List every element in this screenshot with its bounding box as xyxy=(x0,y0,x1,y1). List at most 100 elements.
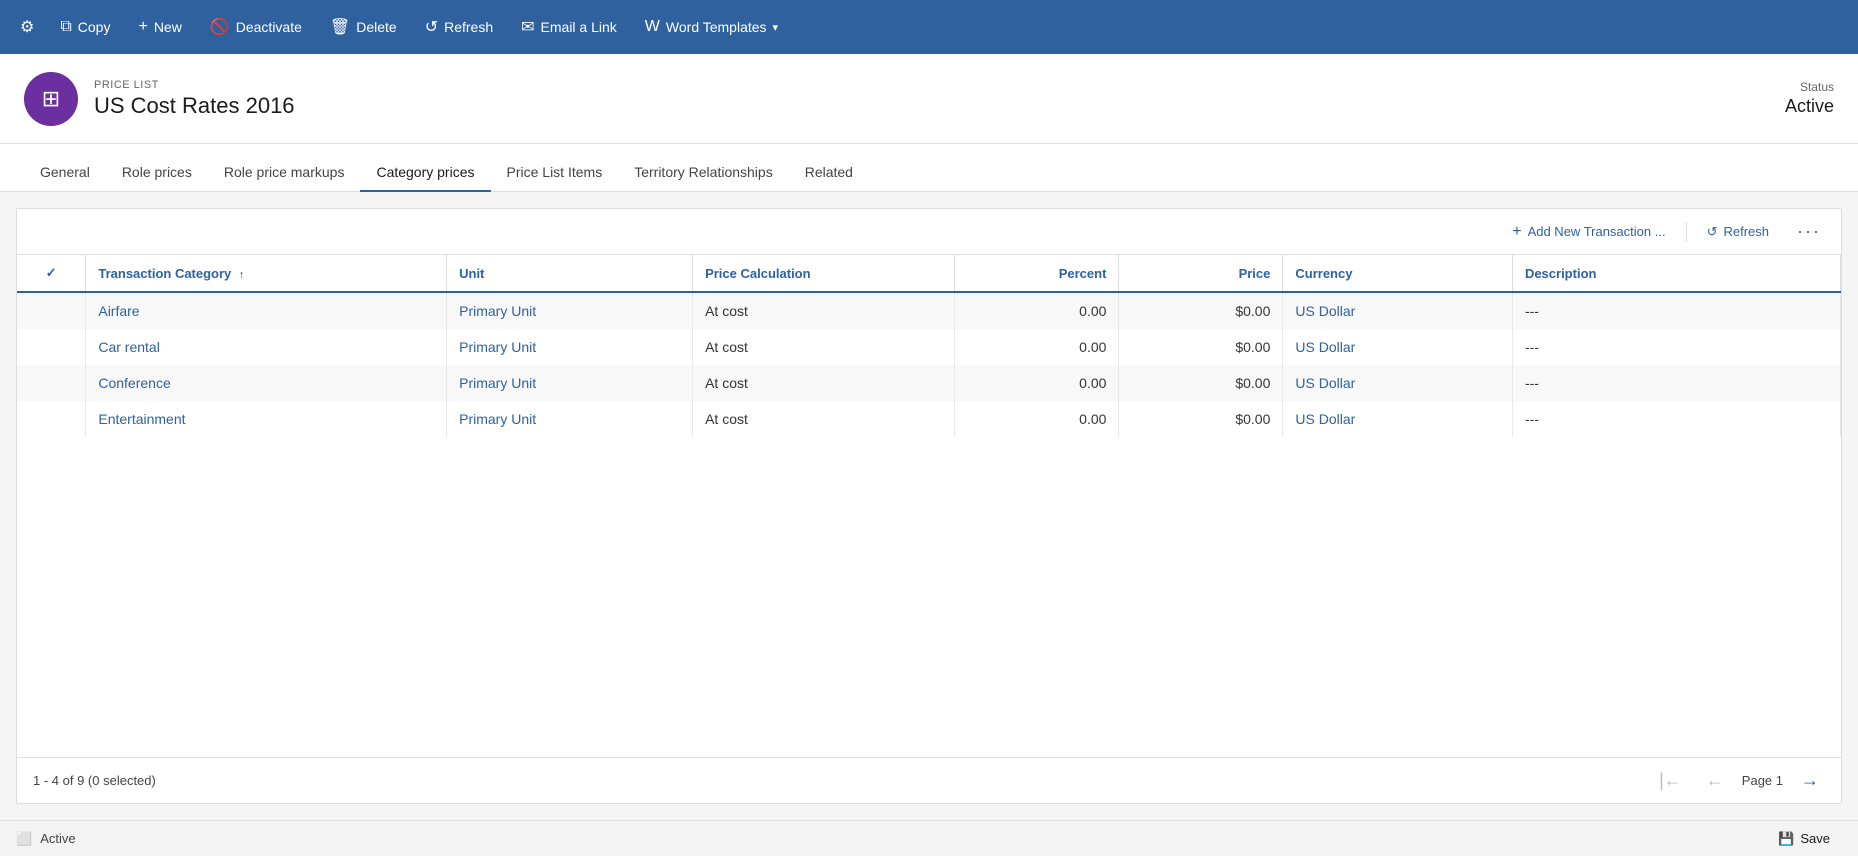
pagination-bar: 1 - 4 of 9 (0 selected) |← ← Page 1 → xyxy=(17,757,1841,803)
avatar-icon: ⊞ xyxy=(42,86,60,112)
status-bar-text: Active xyxy=(40,831,75,846)
refresh-button[interactable]: ↺ Refresh xyxy=(413,11,505,43)
table-row: Entertainment Primary Unit At cost 0.00 … xyxy=(17,401,1841,437)
tab-role-price-markups[interactable]: Role price markups xyxy=(208,154,361,192)
pagination-controls: |← ← Page 1 → xyxy=(1653,768,1825,793)
description-header[interactable]: Description xyxy=(1512,255,1840,292)
deactivate-label: Deactivate xyxy=(236,19,302,35)
settings-button[interactable]: ⚙ xyxy=(10,11,44,43)
copy-label: Copy xyxy=(78,19,111,35)
deactivate-icon: 🚫 xyxy=(210,17,230,37)
row-currency-1[interactable]: US Dollar xyxy=(1283,329,1513,365)
status-indicator-icon: ⬜ xyxy=(16,831,32,847)
tab-category-prices[interactable]: Category prices xyxy=(360,154,490,192)
select-all-header[interactable]: ✓ xyxy=(17,255,86,292)
status-value: Active xyxy=(1785,96,1834,117)
prev-page-button[interactable]: ← xyxy=(1700,768,1730,793)
grid-toolbar: + Add New Transaction ... ↺ Refresh ··· xyxy=(17,209,1841,255)
row-price-calc-0: At cost xyxy=(693,292,955,329)
unit-header[interactable]: Unit xyxy=(447,255,693,292)
save-label: Save xyxy=(1800,831,1830,846)
chevron-down-icon: ▾ xyxy=(773,21,779,34)
price-calculation-header[interactable]: Price Calculation xyxy=(693,255,955,292)
settings-icon: ⚙ xyxy=(20,17,34,37)
row-description-3: --- xyxy=(1512,401,1840,437)
status-area: Status Active xyxy=(1785,80,1834,117)
row-price-3: $0.00 xyxy=(1119,401,1283,437)
checkmark-icon: ✓ xyxy=(46,265,57,280)
row-currency-0[interactable]: US Dollar xyxy=(1283,292,1513,329)
row-unit-1[interactable]: Primary Unit xyxy=(447,329,693,365)
row-percent-1: 0.00 xyxy=(955,329,1119,365)
grid-refresh-icon: ↺ xyxy=(1707,224,1718,240)
row-unit-2[interactable]: Primary Unit xyxy=(447,365,693,401)
tab-related[interactable]: Related xyxy=(789,154,869,192)
row-currency-3[interactable]: US Dollar xyxy=(1283,401,1513,437)
add-new-transaction-button[interactable]: + Add New Transaction ... xyxy=(1504,219,1673,245)
more-options-button[interactable]: ··· xyxy=(1789,217,1829,246)
word-templates-button[interactable]: W Word Templates ▾ xyxy=(633,12,790,42)
new-label: New xyxy=(154,19,182,35)
email-label: Email a Link xyxy=(541,19,617,35)
first-page-button[interactable]: |← xyxy=(1653,768,1688,793)
row-checkbox-0[interactable] xyxy=(17,292,86,329)
row-percent-0: 0.00 xyxy=(955,292,1119,329)
avatar: ⊞ xyxy=(24,72,78,126)
page-label: Page 1 xyxy=(1742,773,1783,788)
main-content: + Add New Transaction ... ↺ Refresh ··· … xyxy=(0,192,1858,820)
row-checkbox-1[interactable] xyxy=(17,329,86,365)
delete-label: Delete xyxy=(356,19,396,35)
currency-header[interactable]: Currency xyxy=(1283,255,1513,292)
delete-button[interactable]: 🗑 Delete xyxy=(318,11,409,43)
row-category-1[interactable]: Car rental xyxy=(86,329,447,365)
deactivate-button[interactable]: 🚫 Deactivate xyxy=(198,11,314,43)
pagination-summary: 1 - 4 of 9 (0 selected) xyxy=(33,773,156,788)
add-icon: + xyxy=(1512,223,1521,241)
title-area: PRICE LIST US Cost Rates 2016 xyxy=(94,79,295,119)
row-percent-3: 0.00 xyxy=(955,401,1119,437)
grid-refresh-button[interactable]: ↺ Refresh xyxy=(1699,220,1777,244)
transaction-category-header[interactable]: Transaction Category ↑ xyxy=(86,255,447,292)
tab-territory-relationships[interactable]: Territory Relationships xyxy=(618,154,789,192)
row-category-3[interactable]: Entertainment xyxy=(86,401,447,437)
row-checkbox-3[interactable] xyxy=(17,401,86,437)
data-table: ✓ Transaction Category ↑ Unit Price Calc… xyxy=(17,255,1841,437)
row-price-0: $0.00 xyxy=(1119,292,1283,329)
sort-icon: ↑ xyxy=(239,269,245,281)
row-category-0[interactable]: Airfare xyxy=(86,292,447,329)
row-price-calc-1: At cost xyxy=(693,329,955,365)
tabs-bar: General Role prices Role price markups C… xyxy=(0,144,1858,192)
table-row: Airfare Primary Unit At cost 0.00 $0.00 … xyxy=(17,292,1841,329)
new-button[interactable]: + New xyxy=(126,12,193,42)
tab-general[interactable]: General xyxy=(24,154,106,192)
copy-icon: ⧉ xyxy=(60,18,71,36)
record-type-label: PRICE LIST xyxy=(94,79,295,91)
row-percent-2: 0.00 xyxy=(955,365,1119,401)
status-bar-left: ⬜ Active xyxy=(16,831,76,847)
save-button[interactable]: 💾 Save xyxy=(1766,827,1842,851)
price-header[interactable]: Price xyxy=(1119,255,1283,292)
save-icon: 💾 xyxy=(1778,831,1794,847)
grid-container: + Add New Transaction ... ↺ Refresh ··· … xyxy=(16,208,1842,804)
word-templates-label: Word Templates xyxy=(666,19,767,35)
more-options-icon: ··· xyxy=(1797,221,1821,242)
percent-header[interactable]: Percent xyxy=(955,255,1119,292)
row-unit-3[interactable]: Primary Unit xyxy=(447,401,693,437)
copy-button[interactable]: ⧉ Copy xyxy=(48,12,122,42)
email-link-button[interactable]: ✉ Email a Link xyxy=(509,11,629,43)
email-icon: ✉ xyxy=(521,17,534,37)
row-category-2[interactable]: Conference xyxy=(86,365,447,401)
header-left: ⊞ PRICE LIST US Cost Rates 2016 xyxy=(24,72,295,126)
row-unit-0[interactable]: Primary Unit xyxy=(447,292,693,329)
row-price-1: $0.00 xyxy=(1119,329,1283,365)
refresh-label: Refresh xyxy=(444,19,493,35)
status-label: Status xyxy=(1785,80,1834,94)
tab-role-prices[interactable]: Role prices xyxy=(106,154,208,192)
next-page-button[interactable]: → xyxy=(1795,768,1825,793)
status-bar-right: 💾 Save xyxy=(1766,827,1842,851)
row-checkbox-2[interactable] xyxy=(17,365,86,401)
tab-price-list-items[interactable]: Price List Items xyxy=(491,154,619,192)
row-price-calc-3: At cost xyxy=(693,401,955,437)
row-currency-2[interactable]: US Dollar xyxy=(1283,365,1513,401)
record-name: US Cost Rates 2016 xyxy=(94,93,295,119)
